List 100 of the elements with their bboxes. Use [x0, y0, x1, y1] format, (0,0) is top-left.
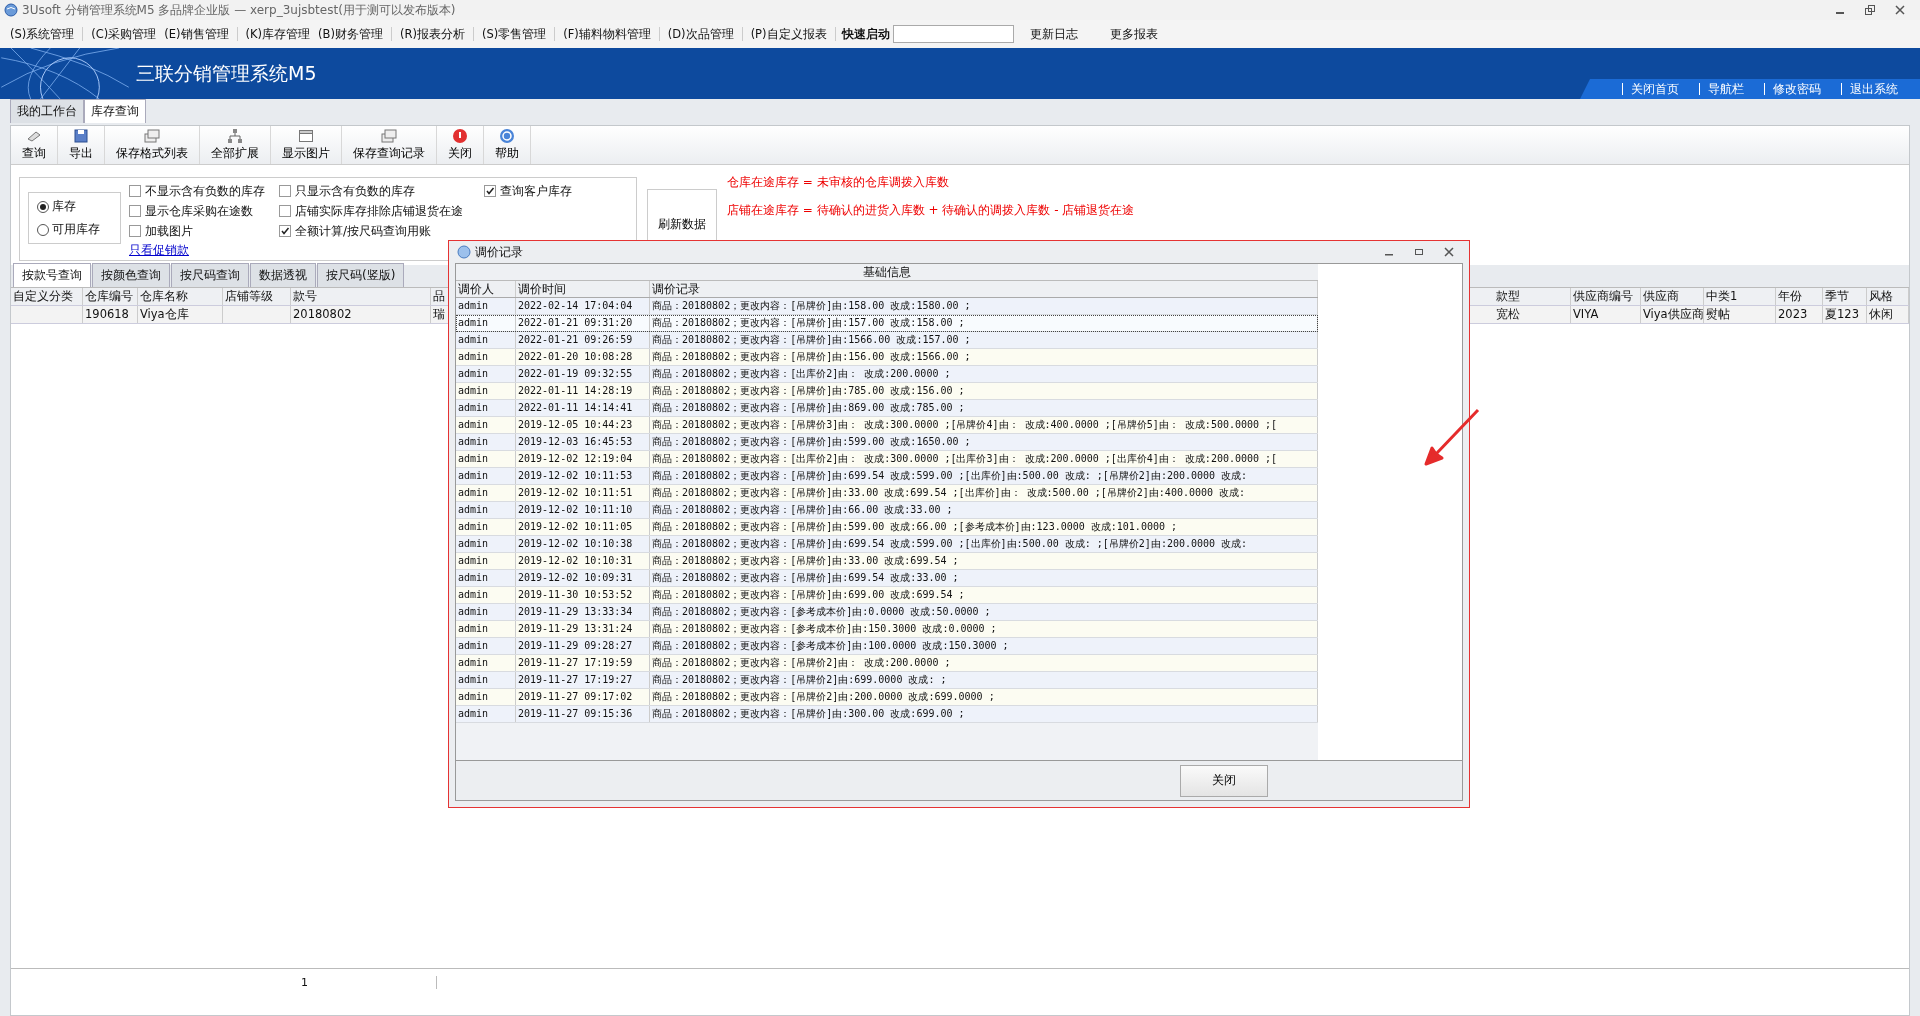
column-header[interactable]: 调价人: [456, 281, 516, 297]
toolbar-button[interactable]: 显示图片: [271, 126, 342, 164]
query-tab[interactable]: 按颜色查询: [92, 263, 170, 287]
column-header[interactable]: 风格: [1867, 288, 1909, 305]
column-header[interactable]: 调价记录: [650, 281, 1318, 297]
column-header[interactable]: 仓库名称: [138, 288, 223, 305]
query-tab[interactable]: 按尺码查询: [171, 263, 249, 287]
query-tab[interactable]: 按尺码(竖版): [317, 263, 405, 287]
table-cell: 2019-11-29 09:28:27: [516, 638, 650, 654]
promo-link[interactable]: 只看促销款: [129, 242, 279, 259]
table-row[interactable]: admin 2019-12-02 10:11:53 商品：20180802；更改内容：[吊牌价]由:699.54 改成:599.00 ;[出库价]由:500.00 改成: ;[吊牌价2]由:200.0000 改成:: [456, 468, 1318, 485]
toolbar-button[interactable]: 关闭: [437, 126, 484, 164]
table-row[interactable]: admin 2019-11-27 17:19:59 商品：20180802；更改内容：[吊牌价2]由： 改成:200.0000 ;: [456, 655, 1318, 672]
option-checkbox[interactable]: 查询客户库存: [484, 182, 604, 200]
column-header[interactable]: 调价时间: [516, 281, 650, 297]
quick-launch-label: 快速启动: [841, 26, 890, 42]
menu-item[interactable]: 更新日志: [1029, 26, 1078, 42]
option-checkbox[interactable]: 显示仓库采购在途数: [129, 202, 279, 220]
column-header[interactable]: 年份: [1776, 288, 1823, 305]
table-cell: 商品：20180802；更改内容：[吊牌价2]由:200.0000 改成:699.0000 ;: [650, 689, 1318, 705]
table-cell: admin: [456, 366, 516, 382]
column-header[interactable]: 款型: [1494, 288, 1571, 305]
table-row[interactable]: admin 2019-11-27 17:19:27 商品：20180802；更改内容：[吊牌价2]由:699.0000 改成: ;: [456, 672, 1318, 689]
tab[interactable]: 我的工作台: [10, 99, 84, 123]
toolbar-button[interactable]: 查询: [11, 126, 58, 164]
banner-link[interactable]: 导航栏: [1699, 83, 1744, 95]
stock-type-radio[interactable]: 可用库存: [37, 221, 112, 238]
table-row[interactable]: admin 2019-11-29 09:28:27 商品：20180802；更改内容：[参考成本价]由:100.0000 改成:150.3000 ;: [456, 638, 1318, 655]
table-row[interactable]: admin 2022-01-21 09:31:20 商品：20180802；更改内容：[吊牌价]由:157.00 改成:158.00 ;: [456, 315, 1318, 332]
toolbar-button[interactable]: 帮助: [484, 126, 531, 164]
column-header[interactable]: 季节: [1823, 288, 1867, 305]
table-cell: 商品：20180802；更改内容：[吊牌价]由:785.00 改成:156.00 ;: [650, 383, 1318, 399]
query-tab[interactable]: 数据透视: [250, 263, 316, 287]
menu-item[interactable]: (K)库存管理: [241, 26, 315, 42]
table-row[interactable]: admin 2019-12-02 10:11:05 商品：20180802；更改内容：[吊牌价]由:599.00 改成:66.00 ;[参考成本价]由:123.0000 改成:101.0000 ;: [456, 519, 1318, 536]
column-header[interactable]: 款号: [291, 288, 431, 305]
menu-item[interactable]: (P)自定义报表: [746, 26, 831, 42]
quick-launch-field[interactable]: [892, 25, 1014, 43]
menu-item[interactable]: (D)次品管理: [663, 26, 738, 42]
close-button[interactable]: 关闭: [1180, 764, 1268, 797]
menu-item[interactable]: (E)销售管理: [160, 26, 233, 42]
table-row[interactable]: admin 2019-12-02 12:19:04 商品：20180802；更改内容：[出库价2]由： 改成:300.0000 ;[出库价3]由： 改成:200.0000 ;[出库价4]由： 改成:200.0000 ;[: [456, 451, 1318, 468]
toolbar-button[interactable]: 导出: [58, 126, 105, 164]
table-row[interactable]: admin 2019-12-02 10:11:51 商品：20180802；更改内容：[吊牌价]由:33.00 改成:699.54 ;[出库价]由： 改成:500.00 ;[吊牌价2]由:400.0000 改成:: [456, 485, 1318, 502]
table-cell: admin: [456, 434, 516, 450]
table-cell: admin: [456, 706, 516, 722]
column-header[interactable]: 中类1: [1704, 288, 1776, 305]
banner-link[interactable]: 退出系统: [1841, 83, 1898, 95]
table-row[interactable]: admin 2019-12-05 10:44:23 商品：20180802；更改内容：[吊牌价3]由： 改成:300.0000 ;[吊牌价4]由： 改成:400.0000 ;[吊牌价5]由： 改成:500.0000 ;[: [456, 417, 1318, 434]
table-row[interactable]: admin 2019-11-30 10:53:52 商品：20180802；更改内容：[吊牌价]由:699.00 改成:699.54 ;: [456, 587, 1318, 604]
column-header[interactable]: 供应商: [1641, 288, 1704, 305]
check-icon: [485, 186, 495, 196]
banner-link[interactable]: 修改密码: [1764, 83, 1821, 95]
query-tab[interactable]: 按款号查询: [13, 263, 91, 287]
column-header[interactable]: 仓库编号: [83, 288, 138, 305]
menu-item[interactable]: (S)系统管理: [6, 26, 79, 42]
option-checkbox[interactable]: 全额计算/按尺码查询用账: [279, 222, 484, 240]
table-row[interactable]: admin 2019-12-02 10:11:10 商品：20180802；更改内容：[吊牌价]由:66.00 改成:33.00 ;: [456, 502, 1318, 519]
close-icon[interactable]: [1894, 4, 1906, 16]
table-row[interactable]: admin 2022-01-11 14:28:19 商品：20180802；更改内容：[吊牌价]由:785.00 改成:156.00 ;: [456, 383, 1318, 400]
option-checkbox[interactable]: 加载图片: [129, 222, 279, 240]
restore-icon[interactable]: [1864, 4, 1876, 16]
table-row[interactable]: admin 2022-01-19 09:32:55 商品：20180802；更改内容：[出库价2]由： 改成:200.0000 ;: [456, 366, 1318, 383]
table-row[interactable]: admin 2019-12-02 10:10:38 商品：20180802；更改内容：[吊牌价]由:699.54 改成:599.00 ;[出库价]由:500.00 改成: ;[吊牌价2]由:200.0000 改成:: [456, 536, 1318, 553]
table-row[interactable]: admin 2019-11-29 13:33:34 商品：20180802；更改内容：[参考成本价]由:0.0000 改成:50.0000 ;: [456, 604, 1318, 621]
column-header[interactable]: 自定义分类: [11, 288, 83, 305]
toolbar-button[interactable]: 保存格式列表: [105, 126, 200, 164]
option-checkbox[interactable]: 不显示含有负数的库存: [129, 182, 279, 200]
table-row[interactable]: admin 2019-11-29 13:31:24 商品：20180802；更改内容：[参考成本价]由:150.3000 改成:0.0000 ;: [456, 621, 1318, 638]
menu-item[interactable]: (B)财务管理: [314, 26, 387, 42]
toolbar-button[interactable]: 保存查询记录: [342, 126, 437, 164]
table-cell: admin: [456, 468, 516, 484]
restore-icon[interactable]: [1413, 246, 1425, 258]
option-checkbox[interactable]: 店铺实际库存排除店铺退货在途: [279, 202, 484, 220]
table-row[interactable]: admin 2022-01-20 10:08:28 商品：20180802；更改内容：[吊牌价]由:156.00 改成:1566.00 ;: [456, 349, 1318, 366]
menu-item[interactable]: (C)采购管理: [87, 26, 161, 42]
column-header[interactable]: 店铺等级: [223, 288, 291, 305]
table-row[interactable]: admin 2022-01-11 14:14:41 商品：20180802；更改内容：[吊牌价]由:869.00 改成:785.00 ;: [456, 400, 1318, 417]
menu-item[interactable]: (S)零售管理: [477, 26, 551, 42]
toolbar-button[interactable]: 全部扩展: [200, 126, 271, 164]
close-icon[interactable]: [1443, 246, 1455, 258]
table-row[interactable]: admin 2019-12-03 16:45:53 商品：20180802；更改内容：[吊牌价]由:599.00 改成:1650.00 ;: [456, 434, 1318, 451]
tab[interactable]: 库存查询: [84, 99, 146, 123]
menu-item[interactable]: (R)报表分析: [395, 26, 469, 42]
menu-item[interactable]: 更多报表: [1109, 26, 1158, 42]
table-row[interactable]: admin 2022-02-14 17:04:04 商品：20180802；更改内容：[吊牌价]由:158.00 改成:1580.00 ;: [456, 298, 1318, 315]
stock-type-radio[interactable]: 库存: [37, 198, 112, 215]
table-row[interactable]: admin 2019-12-02 10:10:31 商品：20180802；更改内容：[吊牌价]由:33.00 改成:699.54 ;: [456, 553, 1318, 570]
column-header[interactable]: 供应商编号: [1571, 288, 1641, 305]
table-row[interactable]: admin 2022-01-21 09:26:59 商品：20180802；更改内容：[吊牌价]由:1566.00 改成:157.00 ;: [456, 332, 1318, 349]
option-checkbox[interactable]: 只显示含有负数的库存: [279, 182, 484, 200]
table-row[interactable]: admin 2019-12-02 10:09:31 商品：20180802；更改内容：[吊牌价]由:699.54 改成:33.00 ;: [456, 570, 1318, 587]
help-icon: [499, 128, 515, 144]
table-row[interactable]: admin 2019-11-27 09:15:36 商品：20180802；更改内容：[吊牌价]由:300.00 改成:699.00 ;: [456, 706, 1318, 723]
banner-link[interactable]: 关闭首页: [1622, 83, 1679, 95]
table-cell: 商品：20180802；更改内容：[吊牌价2]由:699.0000 改成: ;: [650, 672, 1318, 688]
table-cell: admin: [456, 332, 516, 348]
refresh-button[interactable]: 刷新数据: [647, 189, 717, 243]
menu-item[interactable]: (F)辅料物料管理: [559, 26, 655, 42]
table-row[interactable]: admin 2019-11-27 09:17:02 商品：20180802；更改内容：[吊牌价2]由:200.0000 改成:699.0000 ;: [456, 689, 1318, 706]
